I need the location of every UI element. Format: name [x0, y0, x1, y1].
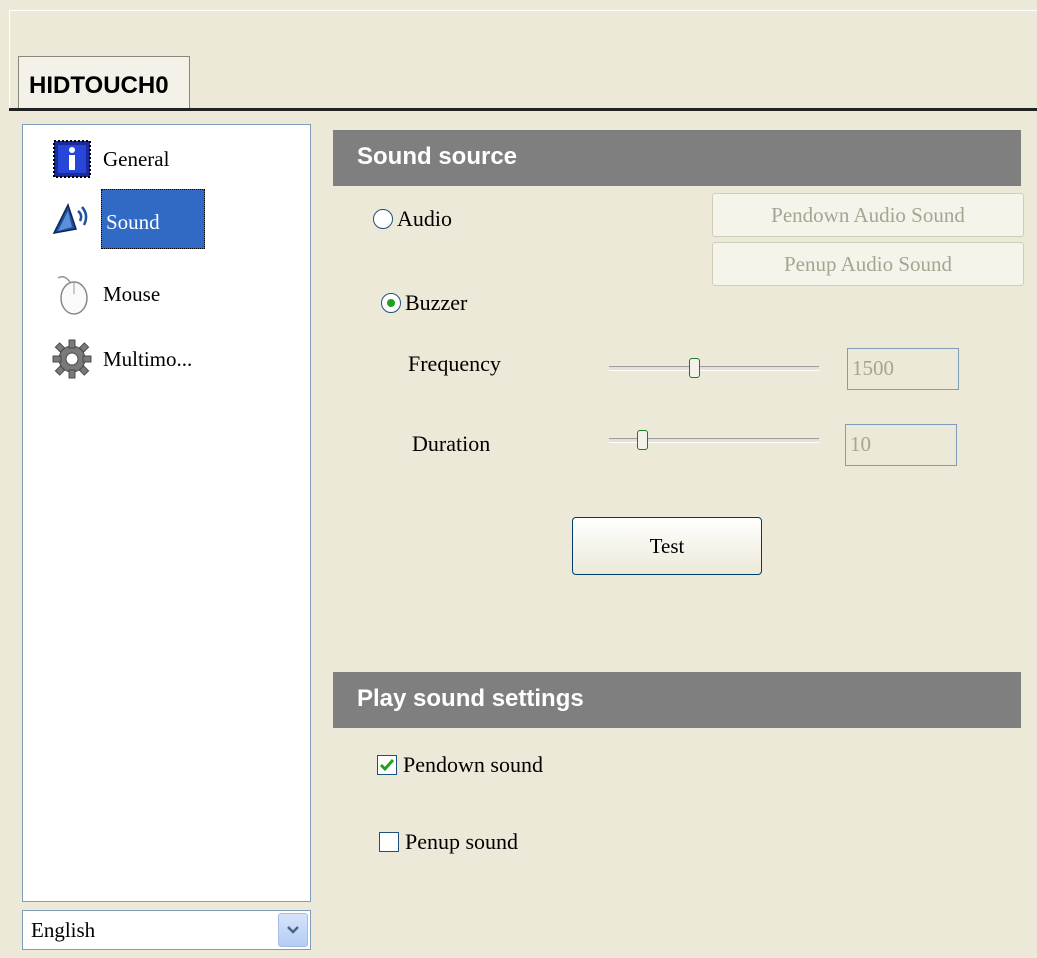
sidebar: General Sound Mouse Multimo... — [22, 124, 311, 902]
checkmark-icon — [379, 759, 395, 772]
sound-source-header: Sound source — [333, 130, 1021, 186]
duration-slider[interactable] — [609, 430, 819, 450]
buzzer-radio[interactable]: Buzzer — [381, 290, 467, 316]
sidebar-item-label: Mouse — [103, 282, 161, 306]
gear-icon — [43, 335, 101, 383]
info-icon — [43, 135, 101, 183]
slider-thumb[interactable] — [689, 358, 700, 378]
sidebar-item-general[interactable]: General — [43, 135, 171, 183]
checkbox[interactable] — [377, 755, 397, 775]
checkbox[interactable] — [379, 832, 399, 852]
mouse-icon — [43, 270, 101, 318]
sidebar-item-mouse[interactable]: Mouse — [43, 270, 162, 318]
chevron-down-icon[interactable] — [278, 913, 308, 947]
sidebar-item-multimedia[interactable]: Multimo... — [43, 335, 194, 383]
play-sound-settings-header: Play sound settings — [333, 672, 1021, 728]
test-button[interactable]: Test — [572, 517, 762, 575]
tab-divider — [9, 108, 1037, 111]
duration-field[interactable]: 10 — [845, 424, 957, 466]
buzzer-label: Buzzer — [405, 290, 468, 315]
sidebar-item-label: Multimo... — [103, 347, 193, 371]
sidebar-item-label: Sound — [101, 189, 205, 249]
tab-hidtouch0[interactable]: HIDTOUCH0 — [18, 56, 190, 110]
slider-thumb[interactable] — [637, 430, 648, 450]
pendown-audio-sound-button[interactable]: Pendown Audio Sound — [712, 193, 1024, 237]
audio-label: Audio — [397, 206, 452, 231]
pendown-sound-checkbox[interactable]: Pendown sound — [377, 752, 543, 778]
audio-radio[interactable]: Audio — [373, 206, 452, 232]
radio-button[interactable] — [373, 209, 393, 229]
duration-label: Duration — [412, 431, 491, 456]
penup-audio-sound-button[interactable]: Penup Audio Sound — [712, 242, 1024, 286]
speaker-icon — [43, 195, 101, 243]
penup-sound-checkbox[interactable]: Penup sound — [379, 829, 518, 855]
slider-track — [609, 366, 819, 371]
sidebar-item-sound[interactable]: Sound — [43, 189, 205, 249]
penup-sound-label: Penup sound — [405, 829, 519, 854]
frequency-slider[interactable] — [609, 358, 819, 378]
sidebar-item-label: General — [103, 147, 170, 171]
frequency-label: Frequency — [408, 351, 501, 376]
radio-button[interactable] — [381, 293, 401, 313]
language-value: English — [31, 918, 96, 942]
language-select[interactable]: English — [22, 910, 311, 950]
pendown-sound-label: Pendown sound — [403, 752, 543, 777]
frequency-field[interactable]: 1500 — [847, 348, 959, 390]
